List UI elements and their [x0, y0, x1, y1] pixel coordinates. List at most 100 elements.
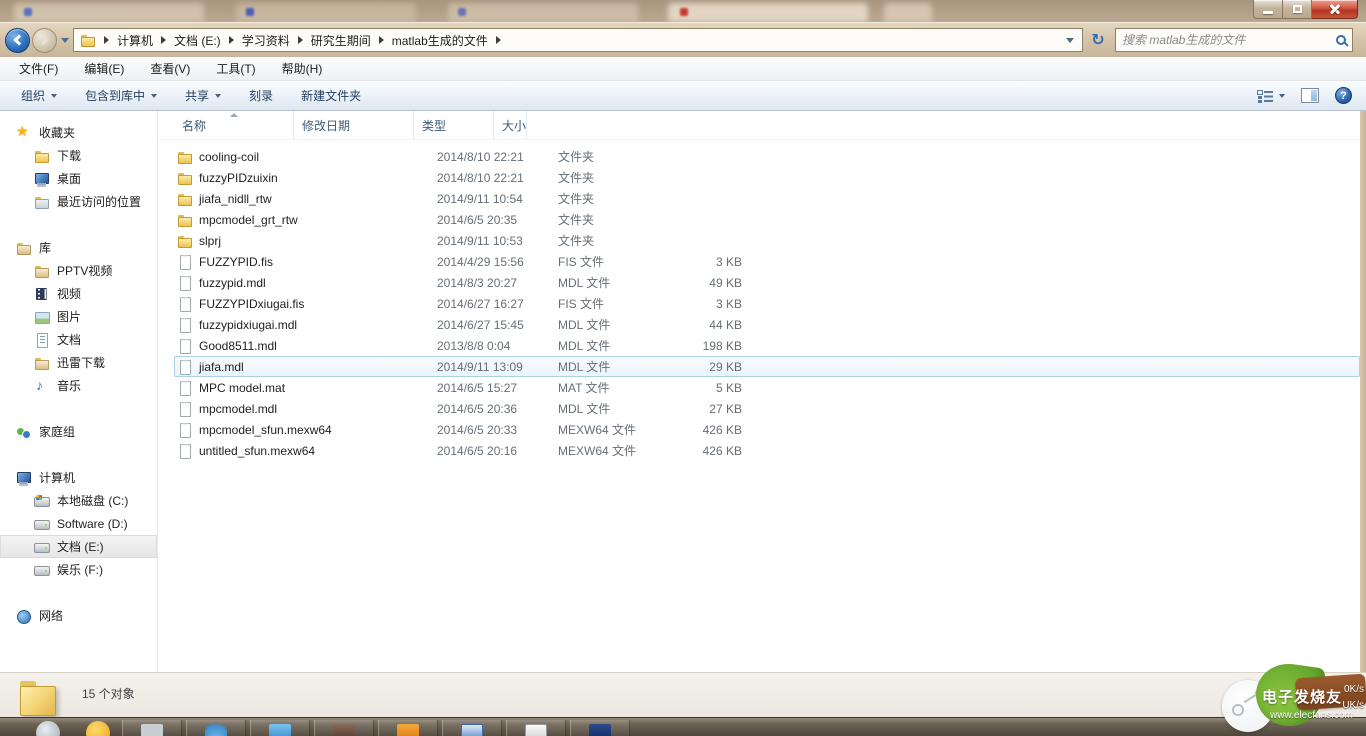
- file-name-cell: mpcmodel.mdl: [174, 401, 429, 417]
- taskbar-button[interactable]: [186, 720, 246, 736]
- file-row[interactable]: jiafa_nidll_rtw 2014/9/11 10:54 文件夹: [174, 188, 1360, 209]
- file-size-cell: 198 KB: [702, 338, 742, 353]
- sidebar-item[interactable]: 文档: [0, 328, 157, 351]
- toolbar-button[interactable]: 新建文件夹: [290, 82, 372, 109]
- taskbar-button[interactable]: [122, 720, 182, 736]
- minimize-button[interactable]: [1253, 0, 1283, 19]
- sidebar-item-icon: [34, 194, 50, 210]
- file-row[interactable]: fuzzyPIDzuixin 2014/8/10 22:21 文件夹: [174, 167, 1360, 188]
- sidebar-item[interactable]: 图片: [0, 305, 157, 328]
- sidebar-item[interactable]: 迅雷下载: [0, 351, 157, 374]
- taskbar-button[interactable]: [378, 720, 438, 736]
- background-tab: [668, 3, 868, 22]
- menu-item[interactable]: 文件(F): [10, 57, 67, 80]
- file-size-cell: 426 KB: [702, 422, 742, 437]
- taskbar-pinned-icon[interactable]: [86, 721, 110, 736]
- file-row[interactable]: untitled_sfun.mexw64 2014/6/5 20:16 MEXW…: [174, 440, 1360, 461]
- breadcrumb-item[interactable]: 文档 (E:): [174, 32, 221, 49]
- file-row[interactable]: mpcmodel_sfun.mexw64 2014/6/5 20:33 MEXW…: [174, 419, 1360, 440]
- file-type-icon: [177, 170, 193, 186]
- toolbar-button[interactable]: 刻录: [238, 82, 284, 109]
- toolbar-button[interactable]: 共享: [174, 82, 232, 109]
- file-name: mpcmodel.mdl: [199, 401, 278, 416]
- toolbar-button[interactable]: 包含到库中: [74, 82, 168, 109]
- file-type-cell: 文件夹: [558, 192, 595, 206]
- column-header[interactable]: 大小: [494, 111, 528, 139]
- sidebar-item[interactable]: 桌面: [0, 167, 157, 190]
- menu-item[interactable]: 查看(V): [141, 57, 199, 80]
- column-header-label: 类型: [422, 119, 447, 133]
- taskbar-button[interactable]: [442, 720, 502, 736]
- taskbar-button[interactable]: [314, 720, 374, 736]
- recent-pages-dropdown-icon[interactable]: [61, 37, 69, 43]
- address-bar[interactable]: 计算机 文档 (E:) 学习资料 研究生期间 matlab生成的文件: [73, 28, 1083, 52]
- column-header[interactable]: 修改日期: [294, 111, 414, 139]
- file-name-cell: fuzzypidxiugai.mdl: [174, 317, 429, 333]
- address-dropdown-icon[interactable]: [1066, 37, 1074, 43]
- taskbar-button[interactable]: [506, 720, 566, 736]
- sidebar-item[interactable]: 计算机: [0, 466, 157, 489]
- sidebar-item[interactable]: 库: [0, 236, 157, 259]
- file-row[interactable]: MPC model.mat 2014/6/5 15:27 MAT 文件 5 KB: [174, 377, 1360, 398]
- taskbar-start-orb[interactable]: [36, 721, 60, 736]
- forward-button[interactable]: [32, 27, 57, 53]
- taskbar-button[interactable]: [570, 720, 630, 736]
- sidebar-item[interactable]: 最近访问的位置: [0, 190, 157, 213]
- column-header[interactable]: 类型: [414, 111, 494, 139]
- file-list-pane: 名称 修改日期 类型 大小 cooling-coil 2014/8/10 22:…: [159, 111, 1360, 672]
- file-row[interactable]: slprj 2014/9/11 10:53 文件夹: [174, 230, 1360, 251]
- taskbar-app-icon: [205, 724, 227, 736]
- breadcrumb-item[interactable]: 学习资料: [242, 32, 290, 49]
- refresh-button[interactable]: ↻: [1087, 29, 1109, 51]
- close-button[interactable]: [1312, 0, 1358, 19]
- file-row[interactable]: jiafa.mdl 2014/9/11 13:09 MDL 文件 29 KB: [174, 356, 1360, 377]
- sidebar-item[interactable]: PPTV视频: [0, 259, 157, 282]
- file-name: FUZZYPIDxiugai.fis: [199, 296, 305, 311]
- breadcrumb-separator-icon: [378, 36, 384, 44]
- sidebar-item[interactable]: 视频: [0, 282, 157, 305]
- sidebar-item[interactable]: 文档 (E:): [0, 535, 157, 558]
- file-row[interactable]: mpcmodel_grt_rtw 2014/6/5 20:35 文件夹: [174, 209, 1360, 230]
- sidebar-item-icon: [34, 562, 50, 578]
- file-type-cell: FIS 文件: [558, 255, 605, 269]
- change-view-button[interactable]: [1257, 89, 1285, 102]
- sidebar-item[interactable]: 音乐: [0, 374, 157, 397]
- taskbar-app-icon: [333, 724, 355, 736]
- file-row[interactable]: cooling-coil 2014/8/10 22:21 文件夹: [174, 146, 1360, 167]
- sidebar-item[interactable]: Software (D:): [0, 512, 157, 535]
- sidebar-item[interactable]: 收藏夹: [0, 121, 157, 144]
- toolbar-button[interactable]: 组织: [10, 82, 68, 109]
- file-type-icon: [177, 422, 193, 438]
- list-view-icon: [1257, 89, 1273, 102]
- menu-item[interactable]: 工具(T): [207, 57, 264, 80]
- file-row[interactable]: FUZZYPID.fis 2014/4/29 15:56 FIS 文件 3 KB: [174, 251, 1360, 272]
- file-row[interactable]: fuzzypid.mdl 2014/8/3 20:27 MDL 文件 49 KB: [174, 272, 1360, 293]
- breadcrumb-item[interactable]: 计算机: [117, 32, 153, 49]
- taskbar-button[interactable]: [250, 720, 310, 736]
- restore-button[interactable]: [1283, 0, 1312, 19]
- search-icon[interactable]: [1336, 35, 1346, 45]
- column-header[interactable]: 名称: [174, 111, 294, 139]
- file-row[interactable]: fuzzypidxiugai.mdl 2014/6/27 15:45 MDL 文…: [174, 314, 1360, 335]
- sidebar-item[interactable]: 网络: [0, 604, 157, 627]
- breadcrumb-item[interactable]: matlab生成的文件: [392, 32, 488, 49]
- file-type-icon: [177, 338, 193, 354]
- help-button[interactable]: ?: [1335, 87, 1352, 104]
- menu-item[interactable]: 帮助(H): [273, 57, 332, 80]
- menu-item[interactable]: 编辑(E): [75, 57, 133, 80]
- file-name: slprj: [199, 233, 222, 248]
- sidebar-item[interactable]: 本地磁盘 (C:): [0, 489, 157, 512]
- breadcrumb-separator-icon: [161, 36, 167, 44]
- back-button[interactable]: [5, 27, 30, 53]
- search-input[interactable]: [1122, 33, 1336, 47]
- sidebar-item[interactable]: 娱乐 (F:): [0, 558, 157, 581]
- file-type-cell: 文件夹: [558, 171, 595, 185]
- file-row[interactable]: mpcmodel.mdl 2014/6/5 20:36 MDL 文件 27 KB: [174, 398, 1360, 419]
- sidebar-item[interactable]: 家庭组: [0, 420, 157, 443]
- file-type-cell: MDL 文件: [558, 276, 611, 290]
- sidebar-item[interactable]: 下载: [0, 144, 157, 167]
- breadcrumb-item[interactable]: 研究生期间: [311, 32, 371, 49]
- file-row[interactable]: Good8511.mdl 2013/8/8 0:04 MDL 文件 198 KB: [174, 335, 1360, 356]
- preview-pane-button[interactable]: [1301, 88, 1319, 103]
- file-row[interactable]: FUZZYPIDxiugai.fis 2014/6/27 16:27 FIS 文…: [174, 293, 1360, 314]
